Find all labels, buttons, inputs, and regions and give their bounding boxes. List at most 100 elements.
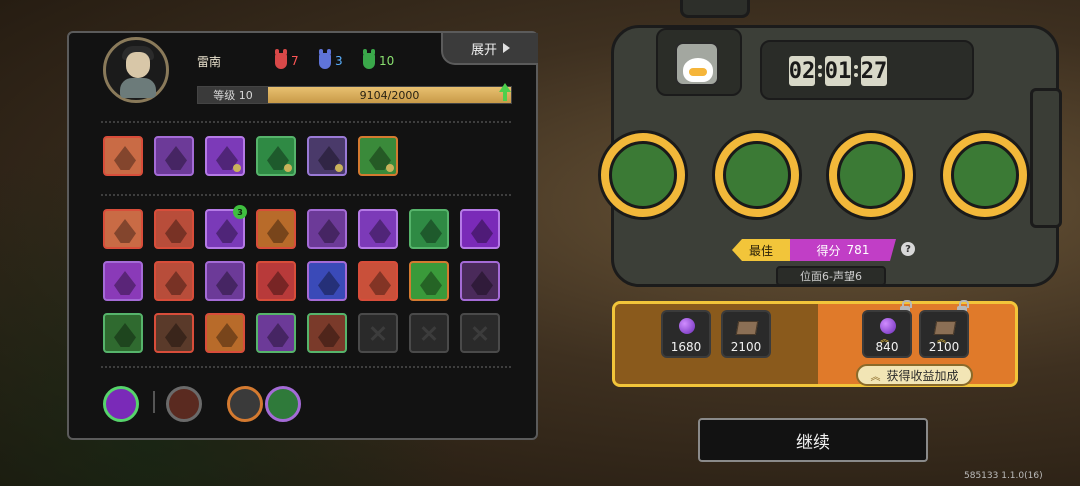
timer-seconds: 27 — [861, 56, 887, 86]
help-icon[interactable]: ? — [901, 242, 915, 256]
upgrade-crown[interactable] — [205, 313, 245, 353]
slab-reward: 2100 — [721, 310, 771, 358]
character-panel: 雷南 7 3 10 展开 等级 10 9104/2000 3 — [67, 31, 538, 440]
upgrade-claw[interactable] — [103, 209, 143, 249]
slash-icon[interactable] — [166, 386, 202, 422]
empty-slot[interactable] — [409, 313, 449, 353]
swords-icon[interactable] — [227, 386, 263, 422]
upgrade-beast-icon — [318, 323, 340, 347]
green-helmet-icon — [363, 49, 375, 69]
best-label: 最佳 — [732, 239, 790, 261]
ability-slot-2[interactable] — [154, 136, 194, 176]
play-arrow-icon — [503, 43, 510, 53]
team-member-3[interactable] — [826, 130, 916, 220]
upgrade-web[interactable] — [103, 261, 143, 301]
level-dot-icon — [335, 164, 343, 172]
ability-slot-4[interactable] — [256, 136, 296, 176]
base-rewards — [615, 304, 818, 384]
upgrade-crescent[interactable] — [460, 209, 500, 249]
upgrade-web-icon — [114, 271, 136, 295]
upgrade-shield[interactable] — [154, 313, 194, 353]
level-up-arrow-icon — [499, 83, 511, 103]
expand-button[interactable]: 展开 — [441, 33, 538, 65]
empty-slot[interactable] — [460, 313, 500, 353]
upgrade-trees-icon — [420, 271, 442, 295]
score-label: 得分 — [816, 243, 841, 258]
upgrade-gate-icon — [267, 219, 289, 243]
stack-count-badge: 3 — [233, 205, 247, 219]
upgrade-horn-icon — [165, 271, 187, 295]
upgrade-blade-icon — [318, 271, 340, 295]
upgrade-claw-icon — [114, 219, 136, 243]
ability-slot-1[interactable] — [103, 136, 143, 176]
team-member-2[interactable] — [712, 130, 802, 220]
divider — [153, 391, 155, 413]
timer-hours: 02 — [789, 56, 815, 86]
upgrade-fire[interactable] — [358, 261, 398, 301]
upgrade-trees[interactable] — [409, 261, 449, 301]
team-member-3-portrait — [837, 141, 905, 209]
team-member-4[interactable] — [940, 130, 1030, 220]
duck-mascot-icon[interactable] — [675, 42, 719, 86]
reward-amount: 2100 — [730, 340, 762, 354]
upgrade-arrow[interactable] — [409, 209, 449, 249]
upgrade-horn[interactable] — [154, 261, 194, 301]
ability-slot-5[interactable] — [307, 136, 347, 176]
ability-slot-2-icon — [165, 146, 187, 170]
upgrade-crown-icon — [216, 323, 238, 347]
upgrade-spears[interactable] — [154, 209, 194, 249]
upgrade-wings[interactable] — [205, 261, 245, 301]
purple-orb-reward: 1680 — [661, 310, 711, 358]
ability-slot-1-icon — [114, 146, 136, 170]
divider — [101, 121, 511, 123]
upgrade-warrior[interactable] — [256, 261, 296, 301]
ability-slot-3[interactable] — [205, 136, 245, 176]
upgrade-leaf[interactable] — [103, 313, 143, 353]
level-dot-icon — [284, 164, 292, 172]
empty-slot[interactable] — [358, 313, 398, 353]
run-timer: 02 01 27 — [789, 56, 887, 86]
level-dot-icon — [386, 164, 394, 172]
level-dot-icon — [233, 164, 241, 172]
upgrade-orb[interactable]: 3 — [205, 205, 247, 249]
red-helmet-icon — [275, 49, 287, 69]
upgrade-cross[interactable] — [256, 313, 296, 353]
double-chevron-icon: ︽ — [870, 371, 881, 383]
reward-amount: 2100 — [928, 340, 960, 354]
upgrade-orb-icon — [216, 219, 238, 243]
player-avatar[interactable] — [103, 37, 169, 103]
ability-slot-6[interactable] — [358, 136, 398, 176]
continue-button[interactable]: 继续 — [698, 418, 928, 462]
bonus-button[interactable]: ︽ 获得收益加成 — [856, 364, 973, 386]
score-value: 781 — [846, 243, 870, 257]
upgrade-staff[interactable] — [307, 209, 347, 249]
timer-minutes: 01 — [825, 56, 851, 86]
stone-slab-icon — [735, 321, 759, 335]
upgrade-scroll[interactable] — [460, 261, 500, 301]
divider — [101, 194, 511, 196]
level-label: 等级 10 — [198, 87, 268, 103]
shield-icon[interactable] — [265, 386, 301, 422]
bonus-orb-reward: ︽ 840 — [862, 310, 912, 358]
blue-helmet-icon — [319, 49, 331, 69]
upgrade-wings-icon — [216, 271, 238, 295]
reward-amount: 1680 — [670, 340, 702, 354]
location-label: 位面6-声望6 — [776, 266, 886, 286]
version-label: 585133 1.1.0(16) — [964, 471, 1043, 481]
team-member-2-portrait — [723, 141, 791, 209]
blue-token-stat: 3 — [319, 49, 343, 72]
console-top — [680, 0, 750, 18]
level-progress-bar: 等级 10 9104/2000 — [197, 86, 512, 104]
vortex-icon[interactable] — [103, 386, 139, 422]
upgrade-squid[interactable] — [358, 209, 398, 249]
score-display: 得分 781 — [790, 239, 896, 261]
upgrade-gate[interactable] — [256, 209, 296, 249]
upgrade-spears-icon — [165, 219, 187, 243]
upgrade-warrior-icon — [267, 271, 289, 295]
upgrade-shield-icon — [165, 323, 187, 347]
upgrade-beast[interactable] — [307, 313, 347, 353]
upgrade-blade[interactable] — [307, 261, 347, 301]
team-member-1[interactable] — [598, 130, 688, 220]
team-member-1-portrait — [609, 141, 677, 209]
red-token-stat: 7 — [275, 49, 299, 72]
